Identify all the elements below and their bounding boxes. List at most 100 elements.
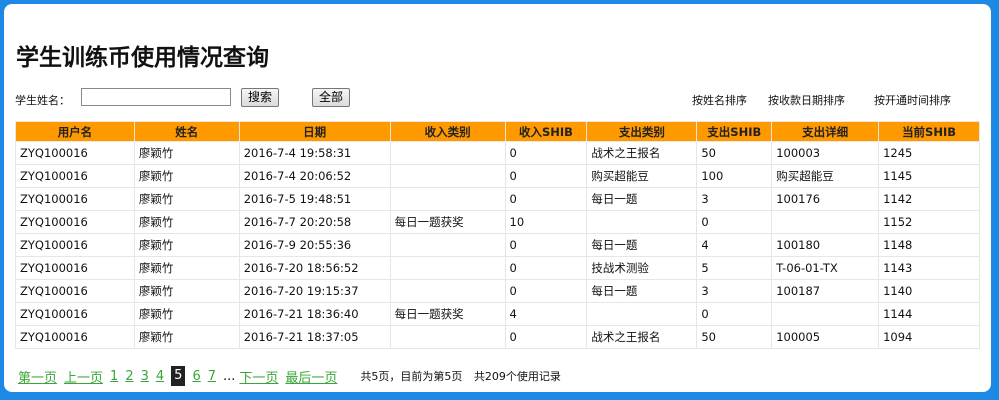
expense-shib-cell: 0 <box>696 302 773 326</box>
income-shib-cell: 0 <box>504 141 588 165</box>
page-link-4[interactable]: 4 <box>156 369 164 384</box>
date-cell: 2016-7-21 18:37:05 <box>238 325 391 349</box>
name-cell: 廖颖竹 <box>133 256 240 280</box>
expense-shib-cell: 100 <box>696 164 773 188</box>
table-row: ZYQ100016 廖颖竹 2016-7-4 19:58:31 0 战术之王报名 50 10… <box>15 141 980 165</box>
expense-detail-cell: 购买超能豆 <box>771 164 880 188</box>
show-all-button[interactable]: 全部 <box>312 88 351 107</box>
expense-detail-cell: 100187 <box>771 279 880 303</box>
page-title: 学生训练币使用情况查询 <box>16 45 269 71</box>
sort-by-open-time-link[interactable]: 按开通时间排序 <box>874 92 951 108</box>
record-count-text: 共209个使用记录 <box>473 370 561 383</box>
income-shib-cell: 10 <box>504 210 588 234</box>
table-row: ZYQ100016 廖颖竹 2016-7-4 20:06:52 0 购买超能豆 100 购买… <box>15 164 980 188</box>
income-shib-cell: 0 <box>504 325 588 349</box>
sort-by-name-link[interactable]: 按姓名排序 <box>692 92 747 108</box>
expense-shib-cell: 0 <box>696 210 773 234</box>
sort-by-payment-date-link[interactable]: 按收款日期排序 <box>768 92 845 108</box>
page-link-2[interactable]: 2 <box>125 369 133 384</box>
income-type-cell <box>389 141 506 165</box>
username-cell: ZYQ100016 <box>15 302 135 326</box>
income-type-cell <box>389 279 506 303</box>
expense-detail-cell <box>771 210 880 234</box>
name-cell: 廖颖竹 <box>133 233 240 257</box>
date-cell: 2016-7-21 18:36:40 <box>238 302 391 326</box>
first-page-link[interactable]: 第一页 <box>18 367 57 386</box>
date-cell: 2016-7-5 19:48:51 <box>238 187 391 211</box>
income-type-cell <box>389 187 506 211</box>
date-cell: 2016-7-4 20:06:52 <box>238 164 391 188</box>
expense-type-cell: 购买超能豆 <box>586 164 698 188</box>
income-shib-cell: 0 <box>504 164 588 188</box>
income-shib-cell: 0 <box>504 256 588 280</box>
expense-detail-cell: T-06-01-TX <box>771 256 880 280</box>
expense-type-cell <box>586 302 698 326</box>
name-cell: 廖颖竹 <box>133 187 240 211</box>
expense-detail-cell: 100176 <box>771 187 880 211</box>
expense-shib-cell: 5 <box>696 256 773 280</box>
column-header: 用户名 <box>15 121 135 142</box>
prev-page-link[interactable]: 上一页 <box>64 367 103 386</box>
date-cell: 2016-7-9 20:55:36 <box>238 233 391 257</box>
student-name-input[interactable] <box>81 88 231 106</box>
username-cell: ZYQ100016 <box>15 164 135 188</box>
income-shib-cell: 0 <box>504 187 588 211</box>
next-page-link[interactable]: 下一页 <box>239 367 278 386</box>
name-cell: 廖颖竹 <box>133 325 240 349</box>
column-header: 日期 <box>238 121 391 142</box>
student-name-label: 学生姓名： <box>15 94 70 107</box>
expense-detail-cell: 100180 <box>771 233 880 257</box>
table-row: ZYQ100016 廖颖竹 2016-7-20 18:56:52 0 技战术测验 5 T-0… <box>15 256 980 280</box>
column-header: 支出SHIB <box>696 121 773 142</box>
current-shib-cell: 1142 <box>878 187 980 211</box>
page-link-7[interactable]: 7 <box>208 369 216 384</box>
expense-shib-cell: 3 <box>696 279 773 303</box>
pagination: 第一页 上一页 1 2 3 4 5 6 7 ... 下一页 最后一页 共5页，目… <box>18 365 569 387</box>
expense-type-cell: 每日一题 <box>586 187 698 211</box>
current-shib-cell: 1144 <box>878 302 980 326</box>
current-shib-cell: 1143 <box>878 256 980 280</box>
table-row: ZYQ100016 廖颖竹 2016-7-20 19:15:37 0 每日一题 3 1001… <box>15 279 980 303</box>
current-shib-cell: 1145 <box>878 164 980 188</box>
name-cell: 廖颖竹 <box>133 141 240 165</box>
column-header: 姓名 <box>133 121 240 142</box>
page-count-text: 共5页，目前为第5页 <box>360 370 463 383</box>
username-cell: ZYQ100016 <box>15 325 135 349</box>
current-shib-cell: 1152 <box>878 210 980 234</box>
date-cell: 2016-7-20 19:15:37 <box>238 279 391 303</box>
current-shib-cell: 1094 <box>878 325 980 349</box>
username-cell: ZYQ100016 <box>15 256 135 280</box>
income-type-cell: 每日一题获奖 <box>389 302 506 326</box>
income-type-cell <box>389 164 506 188</box>
pagination-summary: 共5页，目前为第5页 共209个使用记录 <box>360 368 569 384</box>
expense-type-cell: 战术之王报名 <box>586 141 698 165</box>
page-link-6[interactable]: 6 <box>192 369 200 384</box>
username-cell: ZYQ100016 <box>15 141 135 165</box>
search-bar: 学生姓名： 搜索 全部 按姓名排序 按收款日期排序 按开通时间排序 <box>15 88 975 110</box>
name-cell: 廖颖竹 <box>133 164 240 188</box>
expense-shib-cell: 3 <box>696 187 773 211</box>
table-row: ZYQ100016 廖颖竹 2016-7-21 18:36:40 每日一题获奖 4 0 11… <box>15 302 980 326</box>
username-cell: ZYQ100016 <box>15 233 135 257</box>
expense-type-cell: 技战术测验 <box>586 256 698 280</box>
expense-detail-cell <box>771 302 880 326</box>
last-page-link[interactable]: 最后一页 <box>285 367 337 386</box>
income-shib-cell: 4 <box>504 302 588 326</box>
current-shib-cell: 1140 <box>878 279 980 303</box>
column-header: 支出详细 <box>771 121 880 142</box>
page-link-1[interactable]: 1 <box>110 369 118 384</box>
column-header: 支出类别 <box>586 121 698 142</box>
page-link-3[interactable]: 3 <box>141 369 149 384</box>
expense-type-cell <box>586 210 698 234</box>
expense-detail-cell: 100003 <box>771 141 880 165</box>
search-button[interactable]: 搜索 <box>241 88 280 107</box>
date-cell: 2016-7-4 19:58:31 <box>238 141 391 165</box>
usage-records-table: 用户名 姓名 日期 收入类别 收入SHIB 支出类别 支出SHIB 支出详细 当… <box>15 121 980 349</box>
name-cell: 廖颖竹 <box>133 302 240 326</box>
expense-shib-cell: 50 <box>696 141 773 165</box>
expense-type-cell: 每日一题 <box>586 279 698 303</box>
income-type-cell <box>389 256 506 280</box>
name-cell: 廖颖竹 <box>133 279 240 303</box>
expense-shib-cell: 4 <box>696 233 773 257</box>
income-type-cell: 每日一题获奖 <box>389 210 506 234</box>
